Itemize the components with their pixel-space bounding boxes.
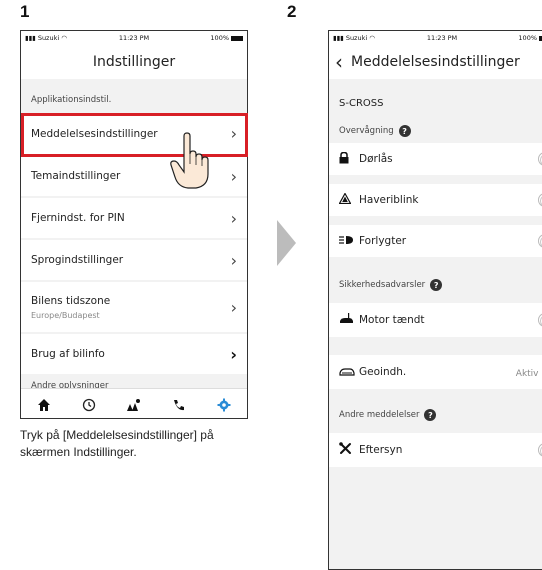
section-header-monitoring: Overvågning? (329, 119, 542, 143)
setting-label: Forlygter (359, 235, 407, 247)
chevron-right-icon: › (230, 297, 237, 317)
status-time: 11:23 PM (118, 34, 150, 42)
signal-carrier: ▮▮▮ Suzuki ◠ (333, 34, 375, 42)
geofence-status: Aktiv › (516, 364, 542, 380)
menu-item-language[interactable]: Sprogindstillinger › (21, 240, 247, 280)
home-icon[interactable] (29, 398, 59, 412)
section-header-safety-warnings: Sikkerhedsadvarsler? (329, 273, 542, 297)
signal-carrier: ▮▮▮ Suzuki ◠ (25, 34, 67, 42)
bottom-tab-bar (21, 388, 247, 418)
chevron-right-icon: › (230, 208, 237, 228)
section-header-other-notifications: Andre meddelelser? (329, 403, 542, 427)
setting-label: Geoindh. (359, 366, 407, 378)
menu-item-label: Fjernindst. for PIN (31, 212, 125, 224)
phone-icon[interactable] (164, 398, 194, 412)
hazard-triangle-icon (338, 192, 359, 207)
wrench-screwdriver-icon (339, 442, 359, 458)
setting-headlights: Forlygter (329, 225, 542, 257)
tap-hand-icon (170, 132, 209, 189)
setting-hazard-lights: Haveriblink (329, 184, 542, 216)
setting-engine-on: Motor tændt (329, 303, 542, 337)
setting-label: Haveriblink (359, 194, 419, 206)
map-icon[interactable] (119, 398, 149, 412)
menu-item-remote-pin[interactable]: Fjernindst. for PIN › (21, 198, 247, 238)
setting-maintenance: Eftersyn (329, 433, 542, 467)
setting-label: Eftersyn (359, 444, 403, 456)
menu-item-vehicle-timezone[interactable]: Bilens tidszone Europe/Budapest › (21, 282, 247, 332)
timezone-value: Europe/Budapest (31, 310, 100, 320)
geofence-car-icon (339, 365, 359, 379)
battery-icon (231, 35, 244, 41)
status-time: 11:23 PM (426, 34, 458, 42)
hazard-lights-toggle[interactable] (538, 193, 542, 207)
menu-item-vehicle-info-usage[interactable]: Brug af bilinfo › (21, 334, 247, 374)
battery-status: 100% (170, 34, 244, 42)
section-header-app-settings: Applikationsindstil. (31, 95, 112, 105)
maintenance-toggle[interactable] (538, 443, 542, 457)
menu-item-label: Sprogindstillinger (31, 254, 124, 266)
header-bar: ‹ Meddelelsesindstillinger (329, 45, 542, 79)
chevron-right-icon: › (230, 344, 237, 364)
chevron-right-icon: › (230, 166, 237, 186)
notification-settings-screen: ▮▮▮ Suzuki ◠ 11:23 PM 100% ‹ Meddelelses… (328, 30, 542, 570)
settings-screen: ▮▮▮ Suzuki ◠ 11:23 PM 100% Indstillinger… (20, 30, 248, 419)
setting-geofence[interactable]: Geoindh. Aktiv › (329, 355, 542, 389)
help-icon[interactable]: ? (430, 279, 443, 291)
battery-status: 100% (478, 34, 542, 42)
step-number-2: 2 (287, 2, 297, 21)
page-title: Indstillinger (21, 45, 247, 79)
setting-label: Motor tændt (359, 314, 425, 326)
engine-on-toggle[interactable] (538, 313, 542, 327)
step-number-1: 1 (20, 2, 30, 21)
padlock-icon (339, 151, 359, 167)
help-icon[interactable]: ? (398, 125, 411, 137)
headlight-icon (339, 234, 359, 248)
car-engine-icon (339, 312, 359, 328)
setting-label: Dørlås (359, 153, 393, 165)
vehicle-model: S-CROSS (339, 97, 384, 109)
instruction-caption: Tryk på [Meddelelsesindstillinger] på sk… (20, 428, 214, 459)
status-bar: ▮▮▮ Suzuki ◠ 11:23 PM 100% (21, 31, 247, 45)
menu-item-label: Bilens tidszone (31, 294, 111, 307)
help-icon[interactable]: ? (424, 409, 437, 421)
menu-item-label: Brug af bilinfo (31, 348, 105, 360)
menu-item-label: Temaindstillinger (31, 170, 121, 182)
next-step-arrow-icon (277, 220, 296, 266)
back-button[interactable]: ‹ (335, 52, 343, 72)
settings-icon[interactable] (209, 398, 239, 412)
page-title: Meddelelsesindstillinger (351, 54, 520, 70)
door-lock-toggle[interactable] (538, 152, 542, 166)
setting-door-lock: Dørlås (329, 143, 542, 175)
status-bar: ▮▮▮ Suzuki ◠ 11:23 PM 100% (329, 31, 542, 45)
history-icon[interactable] (74, 398, 104, 412)
chevron-right-icon: › (230, 250, 237, 270)
headlights-toggle[interactable] (538, 234, 542, 248)
